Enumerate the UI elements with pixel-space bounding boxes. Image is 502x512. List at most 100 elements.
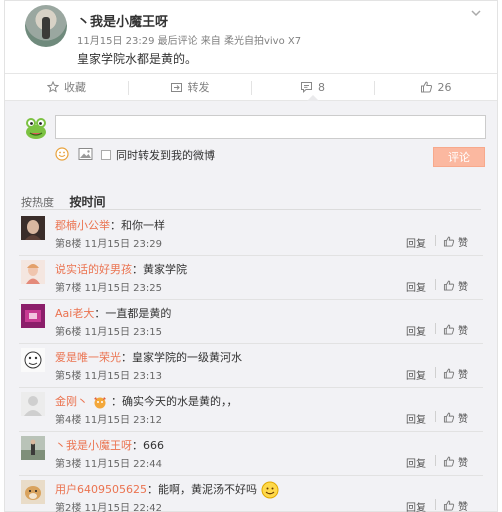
comment-panel: 同时转发到我的微博 评论 按热度 按时间 郡楠小公举：和你一样 第8楼 11月1… [5,101,497,512]
comment-text: ：皇家学院的一级黄河水 [121,351,242,364]
user-avatar[interactable] [21,216,45,240]
comment-username[interactable]: Aai老大 [55,307,94,320]
comment-row: 金刚丶 ：确实今天的水是黄的，， 第4楼 11月15日 23:12 回复 赞 [19,388,483,432]
author-name[interactable]: 丶我是小魔王呀 [77,11,168,30]
thumbs-up-icon [420,81,432,93]
comment-text: ：确实今天的水是黄的，， [111,395,238,408]
thumbs-up-icon [443,324,455,335]
like-label: 赞 [458,414,468,425]
member-badge-icon [93,396,106,408]
reply-button[interactable]: 回复 [406,367,426,382]
divider [435,455,436,466]
comment-like-button[interactable]: 赞 [443,278,468,293]
user-avatar[interactable] [21,348,45,372]
comment-icon [301,82,312,93]
reply-button[interactable]: 回复 [406,411,426,426]
comment-text: ：黄家学院 [132,263,187,276]
frog-avatar-icon [26,118,46,139]
like-label: 赞 [458,502,468,512]
user-avatar[interactable] [21,392,45,416]
thumbs-up-icon [443,500,455,511]
comment-meta: 第6楼 11月15日 23:15 [55,327,162,338]
repost-button[interactable]: 转发 [128,74,251,100]
like-button[interactable]: 26 [374,74,497,100]
divider [435,235,436,246]
chevron-down-icon[interactable] [469,7,483,21]
comment-meta: 第8楼 11月15日 23:29 [55,239,162,250]
comment-username[interactable]: 用户6409505625 [55,483,147,496]
comment-username[interactable]: 丶我是小魔王呀 [55,439,132,452]
thumbs-up-icon [443,236,455,247]
comment-like-button[interactable]: 赞 [443,322,468,337]
reply-button[interactable]: 回复 [406,235,426,250]
favorite-label: 收藏 [64,81,86,94]
comment-username[interactable]: 爱是唯一荣光 [55,351,121,364]
submit-comment-button[interactable]: 评论 [433,147,485,167]
weibo-post-card: 丶我是小魔王呀 11月15日 23:29 最后评论 来自 柔光自拍vivo X7… [4,0,498,512]
reply-button[interactable]: 回复 [406,455,426,470]
comment-row: 丶我是小魔王呀：666 第3楼 11月15日 22:44 回复 赞 [19,432,483,476]
comment-like-button[interactable]: 赞 [443,366,468,381]
like-label: 赞 [458,458,468,469]
divider [435,411,436,422]
divider [435,499,436,510]
comment-input[interactable] [55,115,486,139]
like-label: 赞 [458,370,468,381]
post-text: 皇家学院水都是黄的。 [77,52,198,66]
thumbs-up-icon [443,280,455,291]
comment-like-button[interactable]: 赞 [443,410,468,425]
comment-like-button[interactable]: 赞 [443,454,468,469]
sort-by-popularity[interactable]: 按热度 [21,196,54,209]
like-label: 赞 [458,238,468,249]
action-bar: 收藏 转发 8 26 [5,73,497,101]
comment-like-button[interactable]: 赞 [443,498,468,512]
thumbs-up-icon [443,456,455,467]
comment-meta: 第2楼 11月15日 22:42 [55,503,162,512]
comment-meta: 第7楼 11月15日 23:25 [55,283,162,294]
comment-username[interactable]: 郡楠小公举 [55,219,110,232]
like-count: 26 [437,80,452,94]
user-avatar[interactable] [21,436,45,460]
reply-button[interactable]: 回复 [406,279,426,294]
image-icon[interactable] [78,147,93,161]
comment-list: 郡楠小公举：和你一样 第8楼 11月15日 23:29 回复 赞 说实话的好男孩… [5,212,497,512]
reply-button[interactable]: 回复 [406,499,426,512]
comment-row: 郡楠小公举：和你一样 第8楼 11月15日 23:29 回复 赞 [19,212,483,256]
star-icon [47,81,59,93]
comment-username[interactable]: 说实话的好男孩 [55,263,132,276]
repost-label: 转发 [187,81,210,94]
comment-text: ：一直都是黄的 [94,307,172,320]
comment-row: Aai老大：一直都是黄的 第6楼 11月15日 23:15 回复 赞 [19,300,483,344]
user-avatar[interactable] [21,260,45,284]
divider [435,323,436,334]
comment-text: ：666 [132,439,164,452]
comment-text: ：和你一样 [110,219,165,232]
author-avatar[interactable] [25,5,67,47]
sort-by-time[interactable]: 按时间 [70,195,106,209]
repost-checkbox-label: 同时转发到我的微博 [116,149,215,162]
divider [21,209,481,210]
smiley-icon[interactable] [55,147,69,161]
sort-tabs: 按热度 按时间 [21,193,106,210]
post-meta: 11月15日 23:29 最后评论 来自 柔光自拍vivo X7 [77,36,302,47]
repost-checkbox[interactable] [101,150,111,160]
reply-button[interactable]: 回复 [406,323,426,338]
comment-row: 说实话的好男孩：黄家学院 第7楼 11月15日 23:25 回复 赞 [19,256,483,300]
comment-meta: 第3楼 11月15日 22:44 [55,459,162,470]
like-label: 赞 [458,326,468,337]
comment-like-button[interactable]: 赞 [443,234,468,249]
comment-text: ：能啊，黄泥汤不好吗 [147,483,257,496]
user-avatar[interactable] [21,304,45,328]
comment-row: 爱是唯一荣光：皇家学院的一级黄河水 第5楼 11月15日 23:13 回复 赞 [19,344,483,388]
comment-username[interactable]: 金刚丶 [55,395,88,408]
comment-meta: 第5楼 11月15日 23:13 [55,371,162,382]
comment-button[interactable]: 8 [251,74,374,101]
thumbs-up-icon [443,368,455,379]
thumbs-up-icon [443,412,455,423]
comment-meta: 第4楼 11月15日 23:12 [55,415,162,426]
favorite-button[interactable]: 收藏 [5,74,128,100]
user-avatar[interactable] [21,480,45,504]
divider [435,367,436,378]
smiley-emoji-icon [261,481,278,499]
comment-row: 用户6409505625：能啊，黄泥汤不好吗 第2楼 11月15日 22:42 … [19,476,483,512]
